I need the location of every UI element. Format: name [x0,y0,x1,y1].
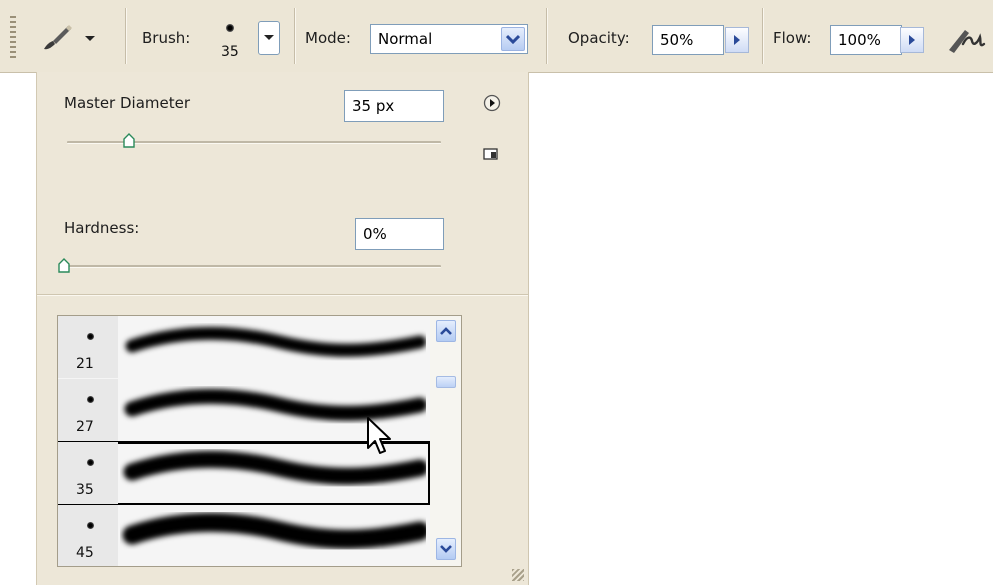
mouse-cursor-icon [367,417,391,454]
opacity-field[interactable]: 50% [652,25,724,55]
brush-label: Brush: [142,29,191,47]
brush-list-scrollbar[interactable] [430,316,461,566]
hardness-value: 0% [363,225,387,243]
separator [762,8,763,64]
brush-stroke-preview [125,326,426,357]
brush-tip-cell: 27 [58,379,118,441]
scroll-up-icon [440,327,452,335]
separator [294,8,295,64]
chevron-down-icon[interactable] [84,35,96,43]
opacity-slider-button[interactable] [725,27,749,53]
mode-dropdown-button[interactable] [501,27,525,51]
flow-field[interactable]: 100% [830,25,902,55]
brush-size: 21 [76,356,94,372]
brush-preset-dot-icon [87,459,94,466]
dropdown-arrow-icon [264,35,274,40]
opacity-value: 50% [660,31,694,49]
master-diameter-value: 35 px [352,97,395,115]
brush-tip-cell: 21 [58,316,118,378]
resize-grip[interactable] [512,569,524,581]
master-diameter-label: Master Diameter [64,94,191,112]
brush-preset-dot-icon [87,522,94,529]
flow-label: Flow: [773,29,812,47]
brush-preset-dot-icon [87,396,94,403]
mode-label: Mode: [305,29,351,47]
brush-preset-panel: Master Diameter 35 px Hardness: 0% 21 27… [36,72,529,585]
brush-preset-dot-icon [87,333,94,340]
brush-stroke-preview [122,512,426,549]
hardness-field[interactable]: 0% [355,218,444,250]
brush-preset-dot-icon [226,24,234,32]
hardness-track [63,265,441,268]
master-diameter-thumb[interactable] [123,133,135,148]
flow-slider-button[interactable] [900,27,924,53]
hardness-label: Hardness: [64,219,140,237]
brush-size: 45 [76,545,94,561]
play-arrow-icon [734,35,740,45]
flow-value: 100% [838,31,881,49]
options-toolbar: Brush: 35 Mode: Normal Opacity: 50% Flow… [0,0,993,73]
brush-preview[interactable]: 35 [215,20,245,62]
scroll-up-button[interactable] [436,320,456,342]
toolbar-grip[interactable] [10,16,16,60]
brush-preset-item[interactable]: 21 [58,316,430,379]
separator [125,8,126,64]
airbrush-icon[interactable] [945,22,987,56]
brush-picker-button[interactable] [258,21,280,55]
brush-tip-cell: 35 [58,442,118,504]
mode-value: Normal [378,30,433,48]
tool-preset-picker[interactable] [38,20,108,54]
play-arrow-icon [909,35,915,45]
brush-preset-list: 21 27 35 45 [57,315,462,567]
master-diameter-field[interactable]: 35 px [344,90,444,122]
scroll-thumb[interactable] [436,376,456,388]
hardness-thumb[interactable] [58,258,70,273]
brush-size: 27 [76,419,94,435]
brush-tool-icon [44,25,72,50]
separator [546,8,547,64]
brush-tip-cell: 45 [58,505,118,566]
brush-size-text: 35 [221,44,239,60]
brush-preset-item[interactable]: 45 [58,505,430,566]
panel-divider [37,294,528,295]
new-preset-icon[interactable] [483,146,499,160]
scroll-down-icon [440,545,452,553]
scroll-down-button[interactable] [436,538,456,560]
brush-size: 35 [76,482,94,498]
opacity-label: Opacity: [568,29,630,47]
mode-select[interactable]: Normal [370,24,528,54]
chevron-down-icon [506,34,520,44]
play-menu-icon[interactable] [483,94,501,112]
